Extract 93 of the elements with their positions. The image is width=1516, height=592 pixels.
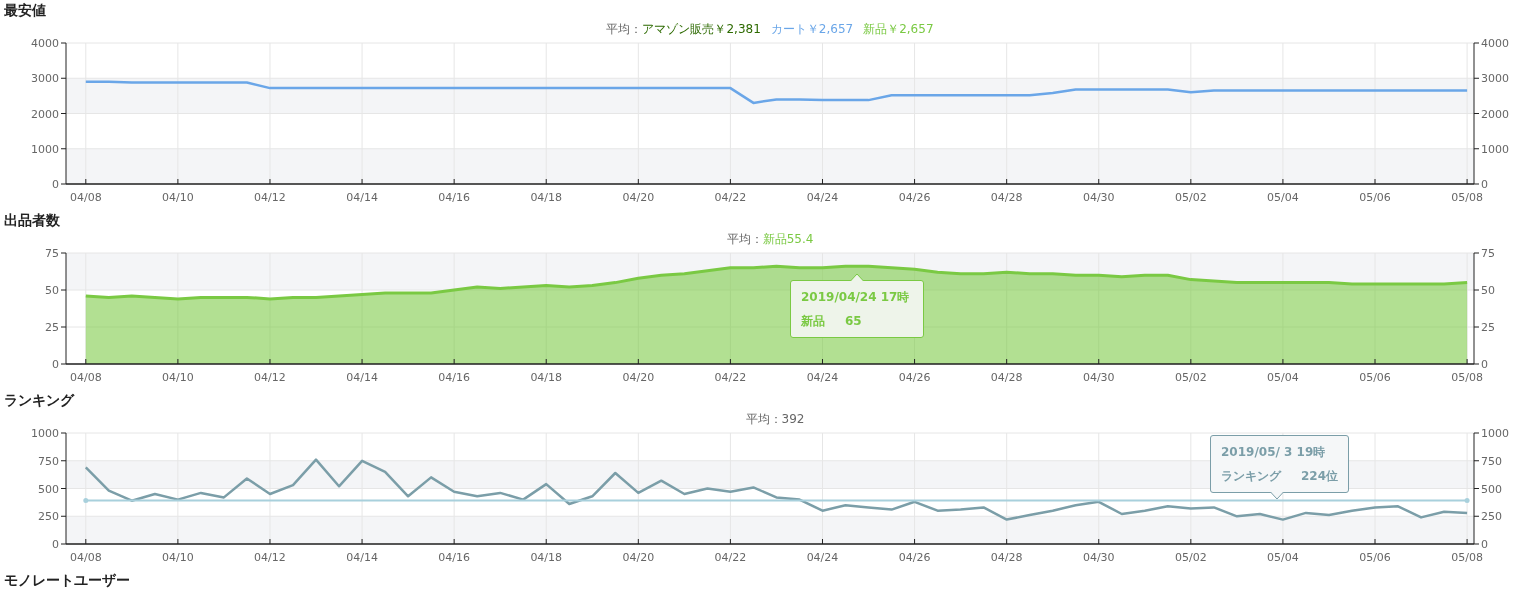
axis-label: 04/16: [438, 551, 470, 564]
axis-label: 04/08: [69, 551, 102, 564]
axis-label: 04/26: [898, 371, 931, 384]
axis-label: 04/10: [162, 371, 194, 384]
axis-label: 2000: [1481, 107, 1509, 121]
axis-label: 500: [1481, 482, 1502, 496]
axis-label: 04/26: [898, 551, 931, 564]
axis-label: 04/22: [714, 551, 747, 564]
axis-label: 04/20: [622, 371, 655, 384]
tooltip-label: ランキング: [1221, 468, 1281, 485]
axis-label: 750: [1481, 454, 1502, 468]
axis-label: 05/08: [1451, 551, 1483, 564]
axis-label: 750: [38, 454, 59, 468]
legend-label: 平均：: [606, 21, 643, 38]
section-title: モノレートユーザー: [3, 571, 130, 590]
axis-label: 04/24: [806, 551, 839, 564]
axis-label: 04/18: [530, 551, 563, 564]
axis-label: 04/22: [714, 371, 747, 384]
tooltip-value: 65: [845, 313, 862, 330]
axis-label: 05/08: [1451, 371, 1483, 384]
axis-label: 75: [45, 248, 59, 260]
legend-item: 新品55.4: [762, 231, 814, 248]
tooltip-value: 224位: [1301, 468, 1339, 485]
axis-label: 50: [45, 284, 59, 297]
axis-label: 1000: [31, 428, 59, 440]
axis-label: 05/02: [1175, 191, 1207, 204]
axis-label: 04/30: [1082, 551, 1115, 564]
section-title: 出品者数: [3, 211, 60, 230]
axis-label: 05/08: [1451, 191, 1483, 204]
axis-label: 4000: [31, 38, 59, 50]
tooltip-title: 2019/05/ 3 19時: [1221, 444, 1327, 461]
tooltip-label: 新品: [801, 313, 825, 330]
axis-label: 1000: [1481, 428, 1509, 440]
axis-label: 04/08: [69, 191, 102, 204]
section-title: 最安値: [3, 1, 46, 20]
legend-item: アマゾン販売￥2,381: [642, 21, 761, 38]
axis-label: 1000: [31, 142, 59, 156]
axis-label: 05/06: [1359, 191, 1391, 204]
axis-label: 75: [1481, 248, 1495, 260]
axis-label: 04/18: [530, 371, 563, 384]
axis-label: 04/28: [990, 191, 1023, 204]
axis-label: 04/20: [622, 191, 655, 204]
axis-label: 05/02: [1175, 371, 1207, 384]
axis-label: 500: [38, 482, 59, 496]
axis-label: 25: [1481, 321, 1495, 334]
axis-label: 05/06: [1359, 551, 1391, 564]
axis-label: 3000: [31, 72, 59, 86]
axis-label: 04/18: [530, 191, 563, 204]
axis-label: 0: [52, 358, 59, 371]
legend-item: 新品￥2,657: [863, 21, 934, 38]
axis-label: 05/04: [1267, 551, 1299, 564]
axis-label: 05/04: [1267, 371, 1299, 384]
legend-item: カート￥2,657: [770, 21, 854, 38]
axis-label: 50: [1481, 284, 1495, 297]
section-title: ランキング: [3, 391, 74, 410]
axis-label: 04/24: [806, 191, 839, 204]
axis-label: 04/28: [990, 551, 1023, 564]
axis-label: 04/14: [346, 371, 378, 384]
axis-label: 04/16: [438, 371, 470, 384]
axis-label: 04/28: [990, 371, 1023, 384]
axis-label: 04/30: [1082, 191, 1115, 204]
axis-label: 04/24: [806, 371, 839, 384]
axis-label: 04/08: [69, 371, 102, 384]
axis-label: 04/16: [438, 191, 470, 204]
axis-label: 0: [52, 178, 59, 191]
legend-label: 平均：: [726, 231, 763, 248]
axis-label: 0: [1481, 358, 1488, 371]
tooltip-title: 2019/04/24 17時: [801, 289, 911, 306]
axis-label: 4000: [1481, 38, 1509, 50]
axis-label: 04/22: [714, 191, 747, 204]
axis-label: 04/12: [254, 551, 286, 564]
axis-label: 04/30: [1082, 371, 1115, 384]
axis-label: 04/12: [254, 371, 286, 384]
axis-label: 05/04: [1267, 191, 1299, 204]
axis-label: 0: [52, 538, 59, 551]
axis-label: 04/20: [622, 551, 655, 564]
axis-label: 25: [45, 321, 59, 334]
axis-label: 05/06: [1359, 371, 1391, 384]
axis-label: 04/14: [346, 191, 378, 204]
axis-label: 04/10: [162, 551, 194, 564]
axis-label: 05/02: [1175, 551, 1207, 564]
axis-label: 04/14: [346, 551, 378, 564]
axis-label: 0: [1481, 178, 1488, 191]
axis-label: 04/26: [898, 191, 931, 204]
axis-label: 2000: [31, 107, 59, 121]
axis-label: 1000: [1481, 142, 1509, 156]
axis-label: 250: [38, 510, 59, 524]
axis-label: 04/10: [162, 191, 194, 204]
axis-label: 3000: [1481, 72, 1509, 86]
axis-label: 0: [1481, 538, 1488, 551]
axis-label: 04/12: [254, 191, 286, 204]
legend-label: 平均：392: [745, 411, 805, 428]
axis-label: 250: [1481, 510, 1502, 524]
